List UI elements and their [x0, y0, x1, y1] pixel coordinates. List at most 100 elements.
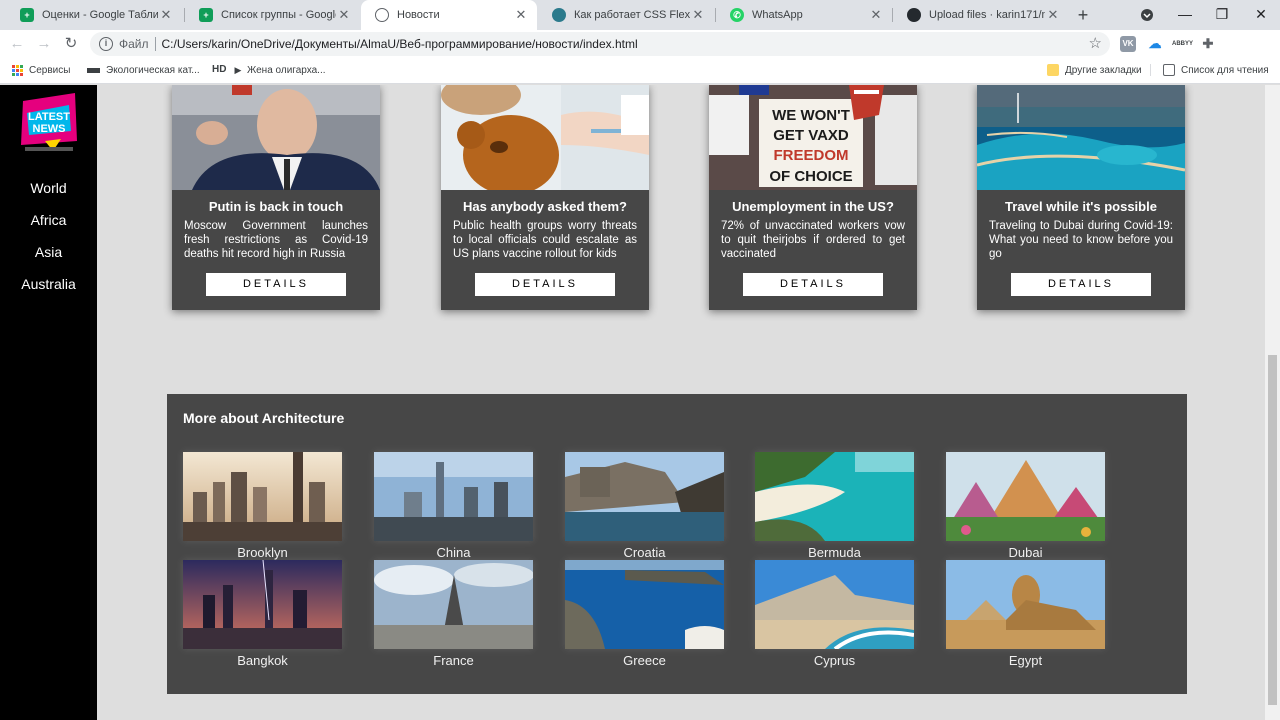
close-icon[interactable]: ✕	[690, 7, 706, 23]
page-scrollbar[interactable]	[1265, 85, 1280, 720]
address-url[interactable]: C:/Users/karin/OneDrive/Документы/AlmaU/…	[162, 37, 638, 51]
close-icon[interactable]: ✕	[1045, 7, 1061, 23]
logo-line2: NEWS	[33, 123, 66, 135]
latest-news-logo[interactable]: LATEST NEWS	[17, 91, 81, 155]
bookmark-star-icon[interactable]: ☆	[1089, 34, 1102, 52]
vk-extension-icon[interactable]: VK	[1120, 36, 1136, 52]
address-divider	[154, 37, 156, 51]
new-tab-button[interactable]: +	[1073, 4, 1093, 26]
tab-label: Как работает CSS Flexbox:	[574, 9, 690, 21]
cyprus-image[interactable]	[755, 560, 914, 649]
nav-world[interactable]: World	[0, 180, 97, 196]
dubai-image[interactable]	[946, 452, 1105, 541]
bookmark-eco-catalog[interactable]: Экологическая кат...	[86, 64, 200, 76]
close-icon[interactable]: ✕	[513, 7, 529, 23]
card-text: Public health groups worry threats to lo…	[453, 220, 637, 260]
gallery-label: Croatia	[623, 545, 666, 560]
info-icon[interactable]: i	[99, 37, 113, 51]
france-image[interactable]	[374, 560, 533, 649]
bookmark-hd[interactable]: HD	[212, 64, 226, 75]
browser-toolbar: ← → ↻ i Файл C:/Users/karin/OneDrive/Док…	[0, 30, 1280, 82]
bookmark-label: Жена олигарха...	[247, 64, 326, 76]
tab-news[interactable]: Новости ✕	[361, 0, 537, 30]
tab-grades[interactable]: + Оценки - Google Таблицы ✕	[6, 0, 182, 30]
globe-icon	[552, 8, 566, 22]
news-card: Travel while it's possible Traveling to …	[977, 85, 1185, 310]
scrollbar-thumb[interactable]	[1268, 355, 1277, 705]
egypt-image[interactable]	[946, 560, 1105, 649]
folder-icon	[1047, 64, 1059, 76]
close-icon[interactable]: ✕	[336, 7, 352, 23]
gallery-item[interactable]: Croatia	[565, 452, 724, 560]
card-title: Has anybody asked them?	[463, 199, 627, 214]
other-bookmarks-folder[interactable]: Другие закладки	[1047, 64, 1142, 76]
gallery-label: Cyprus	[813, 653, 856, 668]
forward-button[interactable]: →	[33, 34, 55, 54]
nav-australia[interactable]: Australia	[0, 276, 97, 292]
tab-group-list[interactable]: + Список группы - Google Та ✕	[185, 0, 360, 30]
tab-flexbox[interactable]: Как работает CSS Flexbox: ✕	[538, 0, 714, 30]
details-button[interactable]: DETAILS	[743, 273, 883, 296]
tab-strip: + Оценки - Google Таблицы ✕ + Список гру…	[0, 0, 1280, 30]
gallery-item[interactable]: Egypt	[946, 560, 1105, 668]
gallery-item[interactable]: Bangkok	[183, 560, 342, 668]
gallery-item[interactable]: China	[374, 452, 533, 560]
tab-label: WhatsApp	[752, 9, 803, 21]
bangkok-image[interactable]	[183, 560, 342, 649]
logo-line1: LATEST	[28, 111, 70, 123]
minimize-button[interactable]: —	[1166, 0, 1204, 30]
tab-label: Upload files · karin171/new	[929, 9, 1045, 21]
bookmark-label: Другие закладки	[1065, 64, 1142, 76]
brooklyn-image[interactable]	[183, 452, 342, 541]
architecture-section: More about Architecture Brooklyn China C…	[167, 394, 1187, 694]
close-icon[interactable]: ✕	[158, 7, 174, 23]
gallery-item[interactable]: Dubai	[946, 452, 1105, 560]
nav-asia[interactable]: Asia	[0, 244, 97, 260]
greece-image[interactable]	[565, 560, 724, 649]
close-icon[interactable]: ✕	[868, 7, 884, 23]
back-button[interactable]: ←	[6, 34, 28, 54]
protest-sign-line: OF CHOICE	[769, 168, 852, 185]
gallery-label: Egypt	[1008, 653, 1043, 668]
details-button[interactable]: DETAILS	[475, 273, 615, 296]
gallery-item[interactable]: Bermuda	[755, 452, 914, 560]
protest-sign-line: GET VAXD	[773, 127, 849, 144]
tab-label: Список группы - Google Та	[221, 9, 336, 21]
details-button[interactable]: DETAILS	[206, 273, 346, 296]
bookmark-video[interactable]: ▶ Жена олигарха...	[232, 64, 326, 76]
sidebar: LATEST NEWS World Africa Asia Australia	[0, 85, 97, 720]
tab-github[interactable]: Upload files · karin171/new ✕	[893, 0, 1069, 30]
maximize-button[interactable]: ❐	[1203, 0, 1241, 30]
tab-label: Новости	[397, 9, 440, 21]
abbyy-extension-icon[interactable]: ABBYY	[1172, 36, 1193, 52]
card-text: Traveling to Dubai during Covid-19: What…	[989, 220, 1173, 260]
address-scheme: Файл	[119, 37, 149, 51]
whatsapp-icon: ✆	[730, 8, 744, 22]
bermuda-image[interactable]	[755, 452, 914, 541]
reload-button[interactable]: ↻	[60, 34, 82, 54]
gallery-label: Greece	[623, 653, 666, 668]
window-close-button[interactable]: ✕	[1242, 0, 1280, 30]
croatia-image[interactable]	[565, 452, 724, 541]
card-title: Unemployment in the US?	[732, 199, 894, 214]
cloud-extension-icon[interactable]: ☁	[1147, 36, 1163, 52]
nav-africa[interactable]: Africa	[0, 212, 97, 228]
gallery-item[interactable]: Brooklyn	[183, 452, 342, 560]
puzzle-extensions-icon[interactable]: ✚	[1200, 36, 1216, 52]
tab-whatsapp[interactable]: ✆ WhatsApp ✕	[716, 0, 892, 30]
address-bar[interactable]: i Файл C:/Users/karin/OneDrive/Документы…	[90, 32, 1110, 56]
section-heading: More about Architecture	[183, 410, 345, 426]
details-button[interactable]: DETAILS	[1011, 273, 1151, 296]
gallery-item[interactable]: Cyprus	[755, 560, 914, 668]
globe-icon	[375, 8, 389, 22]
tab-search-icon[interactable]	[1128, 0, 1166, 30]
news-card: WE WON'T GET VAXD FREEDOM OF CHOICE Unem…	[709, 85, 917, 310]
reading-list-button[interactable]: Список для чтения	[1150, 64, 1269, 76]
apps-grid-icon	[11, 64, 23, 76]
apps-bookmark[interactable]: Сервисы	[11, 64, 70, 76]
china-image[interactable]	[374, 452, 533, 541]
play-icon: ▶	[234, 64, 242, 75]
gallery-item[interactable]: France	[374, 560, 533, 668]
reading-list-icon	[1163, 64, 1175, 76]
gallery-item[interactable]: Greece	[565, 560, 724, 668]
